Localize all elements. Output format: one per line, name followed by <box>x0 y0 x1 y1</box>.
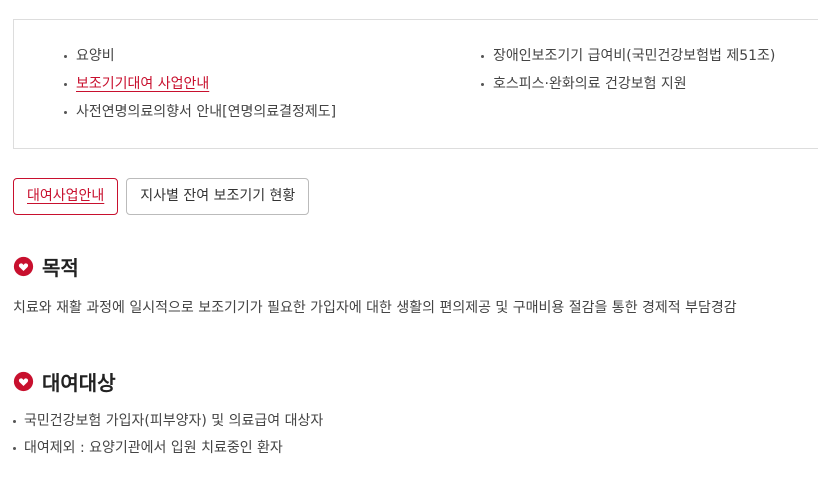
quick-link-item: 보조기기대여 사업안내 <box>62 72 336 100</box>
link-advance-directive[interactable]: 사전연명의료의향서 안내[연명의료결정제도] <box>76 104 336 120</box>
quick-link-item: 요양비 <box>62 44 336 72</box>
link-assistive-device-rental[interactable]: 보조기기대여 사업안내 <box>76 76 209 92</box>
heart-icon <box>13 256 34 277</box>
quick-links-box: 요양비 보조기기대여 사업안내 사전연명의료의향서 안내[연명의료결정제도] 장… <box>13 19 818 149</box>
target-title: 대여대상 <box>42 371 116 395</box>
quick-links-right: 장애인보조기기 급여비(국민건강보험법 제51조) 호스피스·완화의료 건강보험… <box>479 44 775 100</box>
link-nursing-cost[interactable]: 요양비 <box>76 48 115 64</box>
purpose-section-header: 목적 <box>13 252 79 281</box>
link-hospice-support[interactable]: 호스피스·완화의료 건강보험 지원 <box>493 76 687 92</box>
tab-rental-info[interactable]: 대여사업안내 <box>13 178 119 215</box>
quick-link-item: 호스피스·완화의료 건강보험 지원 <box>479 72 775 100</box>
heart-icon <box>13 371 34 392</box>
list-item: 대여제외 : 요양기관에서 입원 치료중인 환자 <box>13 437 323 464</box>
quick-links-left: 요양비 보조기기대여 사업안내 사전연명의료의향서 안내[연명의료결정제도] <box>62 44 336 128</box>
quick-link-item: 사전연명의료의향서 안내[연명의료결정제도] <box>62 100 336 128</box>
tab-branch-device-status[interactable]: 지사별 잔여 보조기기 현황 <box>126 178 310 215</box>
quick-link-item: 장애인보조기기 급여비(국민건강보험법 제51조) <box>479 44 775 72</box>
target-section-header: 대여대상 <box>13 367 116 396</box>
list-item: 국민건강보험 가입자(피부양자) 및 의료급여 대상자 <box>13 410 323 437</box>
link-disability-device-benefit[interactable]: 장애인보조기기 급여비(국민건강보험법 제51조) <box>493 48 775 64</box>
content-tabs: 대여사업안내 지사별 잔여 보조기기 현황 <box>13 178 310 215</box>
purpose-title: 목적 <box>42 256 79 280</box>
purpose-text: 치료와 재활 과정에 일시적으로 보조기기가 필요한 가입자에 대한 생활의 편… <box>13 300 737 316</box>
target-list: 국민건강보험 가입자(피부양자) 및 의료급여 대상자 대여제외 : 요양기관에… <box>13 410 323 464</box>
